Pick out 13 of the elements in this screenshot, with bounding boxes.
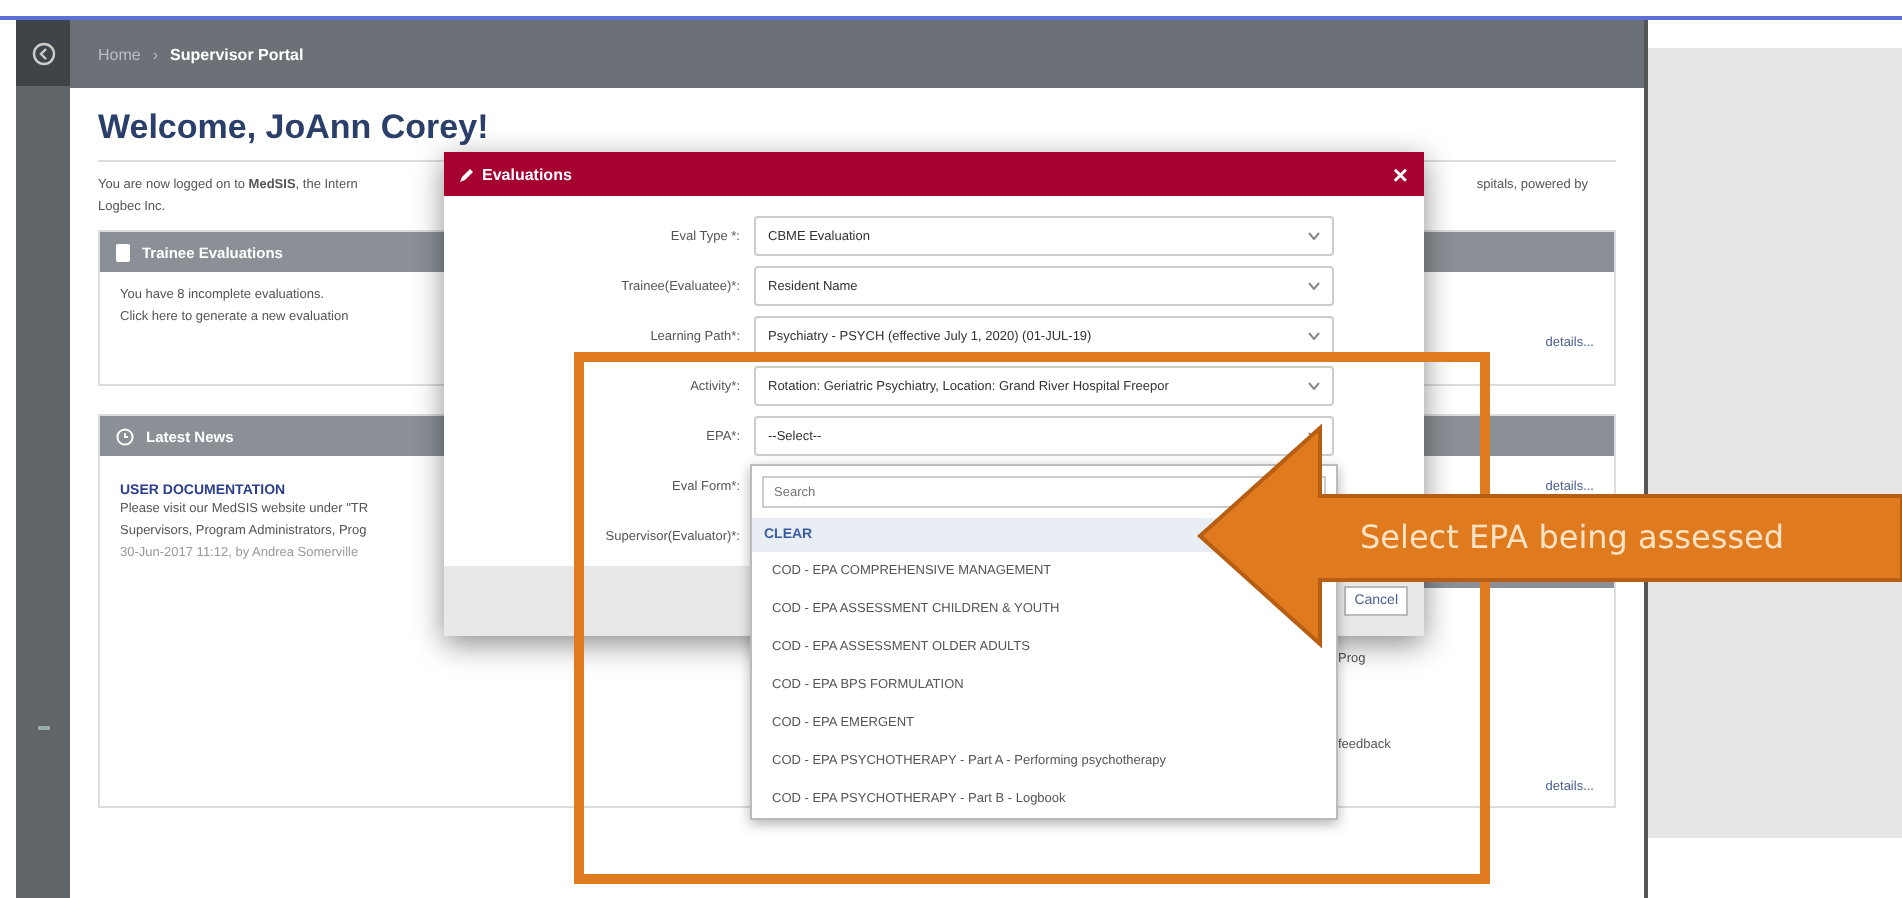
back-icon[interactable] (31, 41, 55, 65)
clock-icon (116, 427, 134, 445)
pencil-icon (460, 167, 474, 181)
chevron-down-icon (1308, 282, 1320, 290)
callout-label: Select EPA being assessed (1360, 518, 1785, 556)
chevron-down-icon (1308, 332, 1320, 340)
breadcrumb-link[interactable]: Supervisor Portal (170, 45, 304, 63)
chevron-down-icon (1308, 382, 1320, 390)
close-button[interactable]: × (1392, 159, 1408, 189)
document-icon (116, 243, 130, 261)
dialog-title: Evaluations (460, 165, 572, 183)
chevron-down-icon (1308, 232, 1320, 240)
breadcrumb-separator: › (152, 45, 159, 63)
